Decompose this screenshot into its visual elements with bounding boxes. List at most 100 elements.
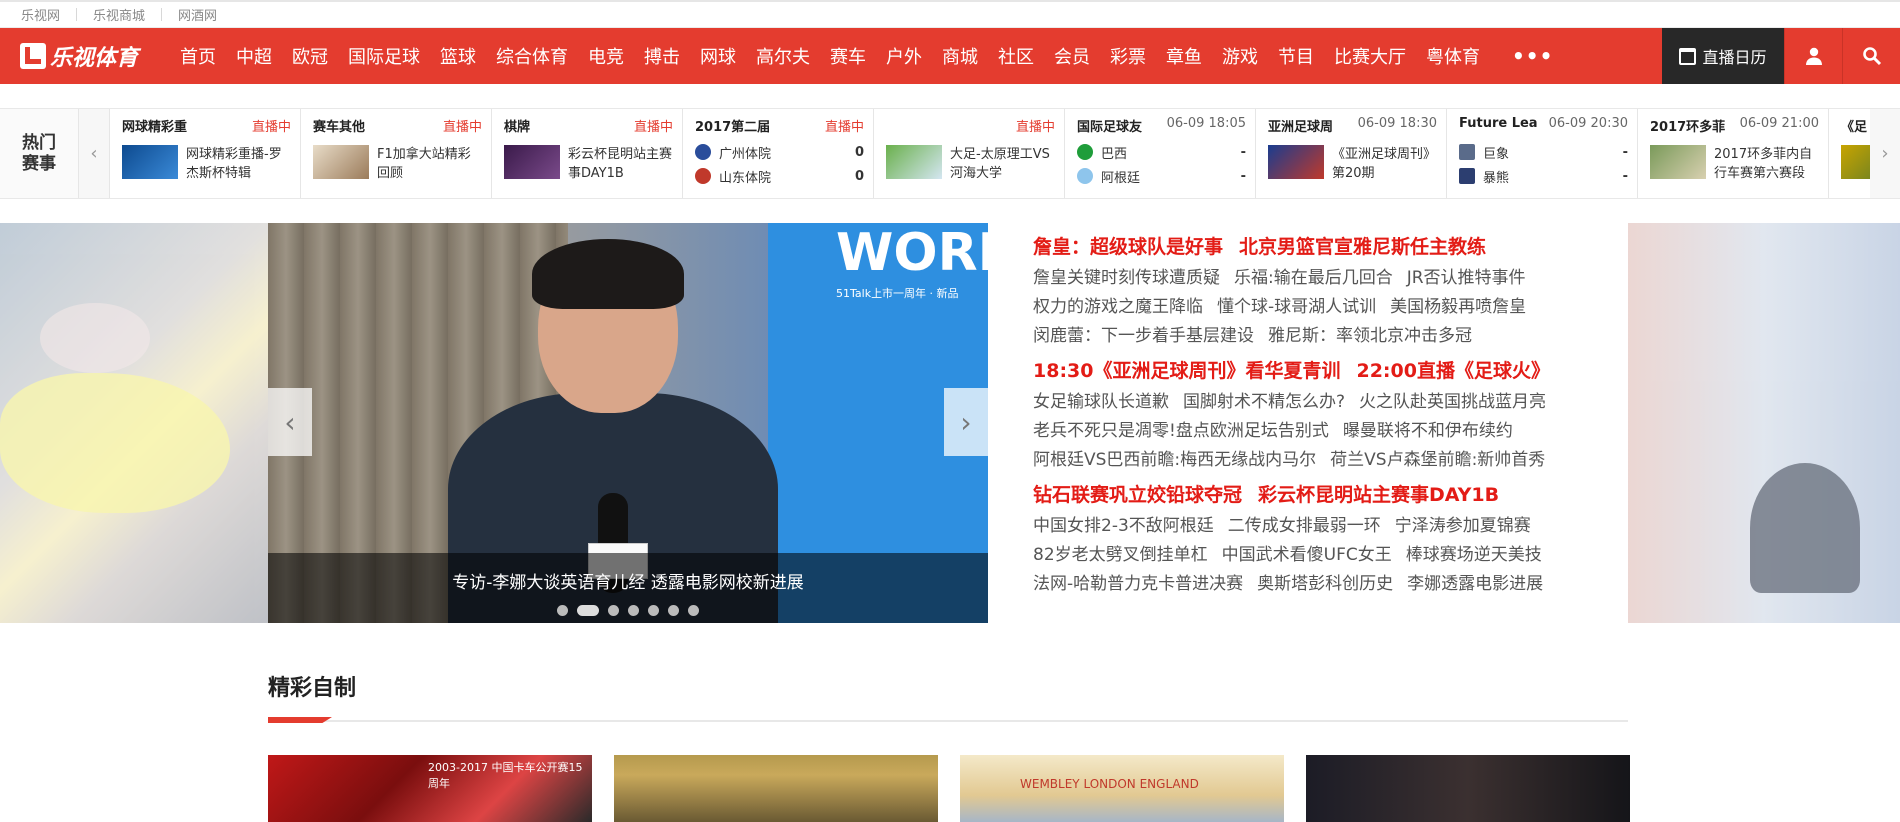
news-link[interactable]: 中国女排2-3不敌阿根廷 [1033,516,1214,536]
nav-item-csl[interactable]: 中超 [226,43,282,69]
news-link[interactable]: 李娜透露电影进展 [1407,574,1543,594]
nav-item-general-sports[interactable]: 综合体育 [486,43,578,69]
live-calendar-button[interactable]: 直播日历 [1662,28,1784,84]
event-card[interactable]: 亚洲足球周 06-09 18:30 《亚洲足球周刊》第20期 [1256,109,1447,198]
news-link[interactable]: 棒球赛场逆天美技 [1406,545,1542,565]
slide-prev-button[interactable]: ‹ [268,388,312,456]
headline-link[interactable]: 彩云杯昆明站主赛事DAY1B [1258,484,1499,506]
slide-dot[interactable] [628,605,639,616]
event-card[interactable]: 棋牌 直播中 彩云杯昆明站主赛事DAY1B [492,109,683,198]
logo[interactable]: 乐视体育 [0,28,170,84]
more-menu-button[interactable]: ••• [1490,44,1575,68]
news-link[interactable]: 曝曼联将不和伊布续约 [1343,421,1513,441]
slide-dot[interactable] [668,605,679,616]
headline-link[interactable]: 22:00直播《足球火》 [1356,360,1549,382]
event-card[interactable]: Future Lea 06-09 20:30 巨象 - 暴熊 - [1447,109,1638,198]
headline-link[interactable]: 18:30《亚洲足球周刊》看华夏青训 [1033,360,1340,382]
news-link[interactable]: 火之队赴英国挑战蓝月亮 [1359,392,1546,412]
user-button[interactable] [1784,28,1842,84]
event-card[interactable]: 直播中 大足-太原理工VS河海大学 [874,109,1065,198]
nav-item-games[interactable]: 游戏 [1212,43,1268,69]
news-link[interactable]: 女足输球队长道歉 [1033,392,1169,412]
slide-dot[interactable] [557,605,568,616]
team-name: 阿根廷 [1101,170,1141,186]
nav-item-combat[interactable]: 搏击 [634,43,690,69]
headline-link[interactable]: 钻石联赛巩立姣铅球夺冠 [1033,484,1242,506]
top-link-wine[interactable]: 网酒网 [178,5,233,24]
nav-item-match-hall[interactable]: 比赛大厅 [1324,43,1416,69]
news-link[interactable]: 闵鹿蕾：下一步着手基层建设 [1033,326,1254,346]
chevron-left-icon: ‹ [90,143,98,164]
news-link[interactable]: 法网-哈勒普力克卡普进决赛 [1033,574,1243,594]
news-link[interactable]: 奥斯塔彭科创历史 [1257,574,1393,594]
news-link[interactable]: 二传成女排最弱一环 [1228,516,1381,536]
news-link[interactable]: 荷兰VS卢森堡前瞻:新帅首秀 [1330,450,1545,470]
team-score: - [1622,168,1628,184]
event-time: 06-09 18:05 [1166,116,1246,131]
top-link-shop[interactable]: 乐视商城 [93,5,161,24]
nav-item-home[interactable]: 首页 [170,43,226,69]
nav-item-programs[interactable]: 节目 [1268,43,1324,69]
news-link[interactable]: 权力的游戏之魔王降临 [1033,297,1203,317]
event-card[interactable]: 《足 [1829,109,1870,198]
nav-item-racing[interactable]: 赛车 [820,43,876,69]
video-thumbnail[interactable]: 2003-2017 中国卡车公开赛15周年 [268,755,592,822]
hot-events-bar: 热门 赛事 ‹ 网球精彩重 直播中 网球精彩重播-罗杰斯杯特辑 赛车其他 直播中 F1… [0,108,1900,199]
nav-item-mall[interactable]: 商城 [932,43,988,69]
news-link[interactable]: 乐福:输在最后几回合 [1234,268,1393,288]
nav-item-lottery[interactable]: 彩票 [1100,43,1156,69]
team-logo-icon [695,168,711,184]
nav-item-community[interactable]: 社区 [988,43,1044,69]
news-link[interactable]: 82岁老太劈叉倒挂单杠 [1033,545,1208,565]
video-thumbnail[interactable] [1306,755,1630,822]
event-card[interactable]: 2017第二届 直播中 广州体院 0 山东体院 0 [683,109,874,198]
next-slide-preview[interactable] [1628,223,1900,623]
nav-item-esports[interactable]: 电竞 [578,43,634,69]
event-card[interactable]: 2017环多菲 06-09 21:00 2017环多菲内自行车赛第六赛段 [1638,109,1829,198]
slide-dot-active[interactable] [577,605,599,616]
news-link[interactable]: 宁泽涛参加夏锦赛 [1395,516,1531,536]
slide-dot[interactable] [648,605,659,616]
nav-item-tennis[interactable]: 网球 [690,43,746,69]
live-badge: 直播中 [442,120,482,135]
video-thumbnail[interactable]: WEMBLEY LONDON ENGLAND [960,755,1284,822]
hot-prev-button[interactable]: ‹ [78,109,110,198]
nav-item-intl-football[interactable]: 国际足球 [338,43,430,69]
hero-slide-image[interactable]: WORL 51Talk上市一周年 · 新品 专访-李娜大谈英语育儿经 透露电影网校… [268,223,988,623]
slide-caption[interactable]: 专访-李娜大谈英语育儿经 透露电影网校新进展 [268,553,988,593]
news-link[interactable]: JR否认推特事件 [1407,268,1526,288]
news-link[interactable]: 美国杨毅再喷詹皇 [1390,297,1526,317]
headline-link[interactable]: 北京男篮官宣雅尼斯任主教练 [1239,236,1486,258]
nav-item-cantonese[interactable]: 粤体育 [1416,43,1490,69]
nav-item-outdoor[interactable]: 户外 [876,43,932,69]
nav-item-ucl[interactable]: 欧冠 [282,43,338,69]
event-card[interactable]: 网球精彩重 直播中 网球精彩重播-罗杰斯杯特辑 [110,109,301,198]
slide-dot[interactable] [688,605,699,616]
top-link-letv[interactable]: 乐视网 [21,5,76,24]
nav-item-golf[interactable]: 高尔夫 [746,43,820,69]
nav-item-basketball[interactable]: 篮球 [430,43,486,69]
team-name: 广州体院 [719,146,772,162]
news-link[interactable]: 雅尼斯：率领北京冲击多冠 [1268,326,1472,346]
slide-dot[interactable] [608,605,619,616]
team-score: - [1622,144,1628,160]
prev-slide-preview[interactable] [0,223,268,623]
headline-news-panel: 詹皇：超级球队是好事 北京男篮官宣雅尼斯任主教练 詹皇关键时刻传球遭质疑 乐福:输在… [988,223,1628,623]
video-thumbnail[interactable] [614,755,938,822]
headline-link[interactable]: 詹皇：超级球队是好事 [1033,236,1223,258]
search-button[interactable] [1842,28,1900,84]
event-time: 06-09 18:30 [1357,116,1437,131]
news-link[interactable]: 阿根廷VS巴西前瞻:梅西无缘战内马尔 [1033,450,1316,470]
news-link[interactable]: 老兵不死只是凋零!盘点欧洲足坛告别式 [1033,421,1329,441]
news-link[interactable]: 中国武术看傻UFC女王 [1222,545,1392,565]
hot-next-button[interactable]: › [1870,109,1900,198]
event-name: 2017第二届 [695,120,771,134]
news-link[interactable]: 詹皇关键时刻传球遭质疑 [1033,268,1220,288]
news-link[interactable]: 国脚射术不精怎么办? [1183,392,1345,412]
slide-next-button[interactable]: › [944,388,988,456]
event-card[interactable]: 国际足球友 06-09 18:05 巴西 - 阿根廷 - [1065,109,1256,198]
event-card[interactable]: 赛车其他 直播中 F1加拿大站精彩回顾 [301,109,492,198]
nav-item-octopus[interactable]: 章鱼 [1156,43,1212,69]
news-link[interactable]: 懂个球-球哥湖人试训 [1217,297,1376,317]
nav-item-member[interactable]: 会员 [1044,43,1100,69]
